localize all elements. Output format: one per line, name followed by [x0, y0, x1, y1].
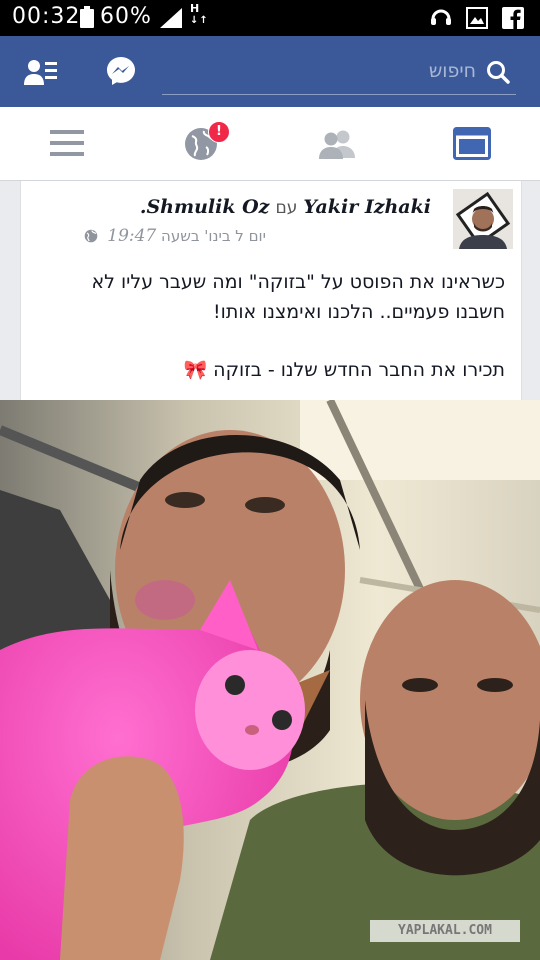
avatar[interactable] [453, 189, 513, 249]
post-tagged-person[interactable]: Shmulik Oz [146, 196, 269, 218]
search-input[interactable]: חיפוש [429, 60, 476, 82]
gallery-icon [466, 7, 488, 33]
friend-requests-icon[interactable] [24, 58, 58, 90]
post-photo[interactable] [0, 400, 540, 960]
menu-icon[interactable] [50, 129, 84, 161]
post-author[interactable]: Yakir Izhaki [303, 196, 431, 218]
search-underline [162, 94, 516, 95]
post-text-line: כשראינו את הפוסט על "בזוקה" ומה שעבר עלי… [91, 271, 505, 293]
post-text-line: תכירו את החבר החדש שלנו - בזוקה 🎀 [183, 359, 505, 381]
status-bar: 00:32 60% H ↓↑ [0, 0, 540, 36]
news-feed-icon[interactable] [453, 127, 491, 165]
post-text-line: חשבנו פעמיים.. הלכנו ואימצנו אותו! [213, 301, 505, 323]
watermark: YAPLAKAL.COM [370, 920, 520, 942]
signal-icon [160, 8, 184, 34]
post-body: כשראינו את הפוסט על "בזוקה" ומה שעבר עלי… [35, 267, 505, 385]
tab-bar: ! [0, 107, 540, 181]
status-time: 00:32 [12, 4, 81, 29]
network-type: H ↓↑ [190, 2, 209, 26]
post-timestamp[interactable]: יום ל בינו' בשעה 19:47 [84, 226, 266, 247]
search-icon[interactable] [486, 60, 510, 88]
app-header: חיפוש [0, 36, 540, 107]
post-card: Yakir IzhakiעםShmulik Oz. יום ל בינו' בש… [20, 181, 522, 400]
post-time: 19:47 [107, 226, 157, 246]
headset-icon [430, 7, 452, 31]
with-label: עם [275, 198, 298, 218]
notification-badge: ! [208, 121, 230, 143]
battery-icon [80, 6, 94, 34]
post-date: יום ל בינו' בשעה [161, 227, 266, 245]
privacy-globe-icon [84, 229, 98, 247]
friends-icon[interactable] [318, 129, 356, 163]
facebook-app-icon [502, 7, 524, 33]
battery-percent: 60% [100, 4, 152, 29]
post-author-line: Yakir IzhakiעםShmulik Oz. [139, 196, 431, 218]
messenger-icon[interactable] [106, 56, 136, 90]
